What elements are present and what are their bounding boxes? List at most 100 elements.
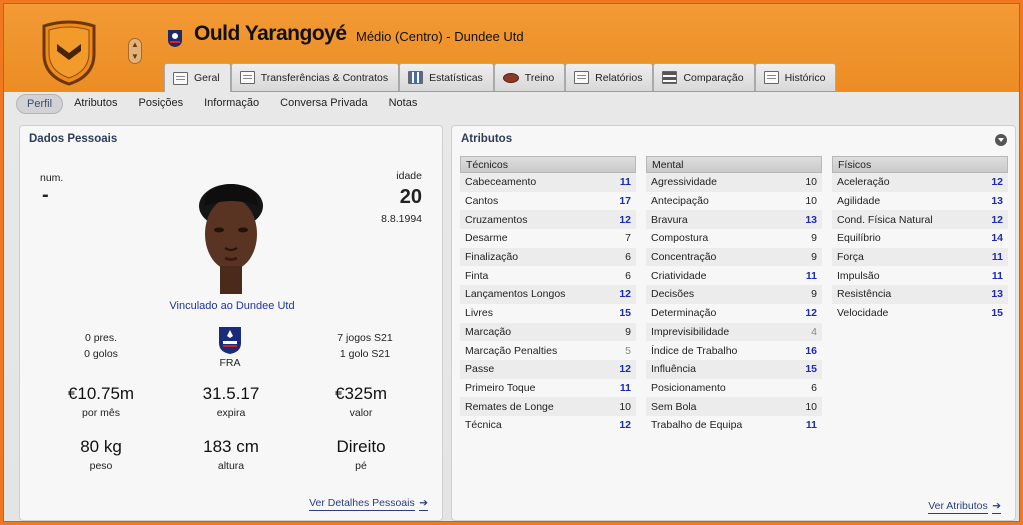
- age-value: 20: [399, 186, 422, 208]
- nationality-code: FRA: [219, 357, 241, 369]
- attribute-row[interactable]: Aceleração 12: [832, 173, 1008, 192]
- attribute-row[interactable]: Compostura 9: [646, 229, 822, 248]
- tab-transfers[interactable]: Transferências & Contratos: [230, 63, 400, 91]
- attribute-name: Equilíbrio: [837, 232, 881, 245]
- attribute-row[interactable]: Cabeceamento 11: [460, 173, 636, 192]
- attribute-row[interactable]: Remates de Longe 10: [460, 397, 636, 416]
- height-stat: 183 cm altura: [166, 437, 296, 472]
- attribute-row[interactable]: Finta 6: [460, 266, 636, 285]
- squad-number-label: num.: [40, 172, 64, 184]
- attribute-row[interactable]: Velocidade 15: [832, 304, 1008, 323]
- attribute-row[interactable]: Influência 15: [646, 359, 822, 379]
- technical-attributes-list: Cabeceamento 11 Cantos 17 Cruzamentos 12 Desar…: [460, 173, 636, 435]
- attribute-row[interactable]: Imprevisibilidade 4: [646, 322, 822, 342]
- france-federation-icon: [168, 30, 182, 47]
- attribute-name: Passe: [465, 363, 495, 376]
- appearances-stat: 0 pres.: [84, 332, 118, 344]
- tab-geral[interactable]: Geral: [164, 63, 231, 92]
- attribute-value: 12: [619, 288, 631, 301]
- attribute-row[interactable]: Bravura 13: [646, 210, 822, 230]
- attribute-row[interactable]: Impulsão 11: [832, 266, 1008, 285]
- attribute-value: 12: [619, 213, 631, 226]
- attribute-value: 10: [805, 195, 817, 208]
- attribute-row[interactable]: Força 11: [832, 247, 1008, 267]
- attribute-row[interactable]: Resistência 13: [832, 285, 1008, 304]
- tab-label: Estatísticas: [429, 71, 483, 84]
- attribute-value: 13: [991, 288, 1003, 301]
- subnav-notas[interactable]: Notas: [379, 94, 428, 114]
- attribute-row[interactable]: Trabalho de Equipa 11: [646, 416, 822, 435]
- contract-expiry-value: 31.5.17: [202, 384, 260, 403]
- attribute-row[interactable]: Passe 12: [460, 359, 636, 379]
- attribute-row[interactable]: Sem Bola 10: [646, 397, 822, 416]
- attribute-name: Impulsão: [837, 269, 880, 282]
- attribute-row[interactable]: Cond. Física Natural 12: [832, 210, 1008, 230]
- attribute-row[interactable]: Livres 15: [460, 304, 636, 323]
- attribute-value: 9: [811, 232, 817, 245]
- contracted-club-link[interactable]: Vinculado ao Dundee Utd: [20, 300, 444, 312]
- attribute-row[interactable]: Lançamentos Longos 12: [460, 285, 636, 304]
- subnav-perfil[interactable]: Perfil: [16, 94, 64, 114]
- attribute-row[interactable]: Marcação Penalties 5: [460, 341, 636, 360]
- attribute-value: 11: [805, 269, 817, 282]
- next-player-arrow-icon[interactable]: ▼: [129, 51, 141, 63]
- subnav-posicoes[interactable]: Posições: [128, 94, 193, 114]
- attribute-row[interactable]: Criatividade 11: [646, 266, 822, 285]
- tab-statistics[interactable]: Estatísticas: [399, 63, 494, 91]
- attribute-value: 10: [805, 176, 817, 189]
- subnav-atributos[interactable]: Atributos: [64, 94, 127, 114]
- goals-stat: 0 golos: [84, 348, 118, 360]
- tab-comparison[interactable]: Comparação: [653, 63, 755, 91]
- attribute-name: Velocidade: [837, 307, 889, 320]
- player-switch-arrows[interactable]: ▲ ▼: [128, 38, 142, 64]
- player-position-club[interactable]: Médio (Centro) - Dundee Utd: [356, 29, 524, 44]
- attribute-row[interactable]: Finalização 6: [460, 247, 636, 267]
- attribute-row[interactable]: Primeiro Toque 11: [460, 379, 636, 398]
- view-personal-details-label[interactable]: Ver Detalhes Pessoais: [309, 497, 415, 511]
- u21-games-stat: 7 jogos S21: [337, 332, 393, 344]
- view-personal-details-link[interactable]: Ver Detalhes Pessoais ➔: [309, 493, 428, 511]
- tab-label: Comparação: [683, 71, 744, 84]
- contract-expiry-label: expira: [216, 407, 246, 419]
- compare-icon: [662, 71, 678, 84]
- tab-training[interactable]: Treino: [493, 63, 566, 91]
- attribute-row[interactable]: Antecipação 10: [646, 192, 822, 211]
- attribute-row[interactable]: Índice de Trabalho 16: [646, 341, 822, 360]
- panel-title: Atributos: [461, 133, 513, 145]
- attribute-row[interactable]: Desarme 7: [460, 229, 636, 248]
- attribute-name: Imprevisibilidade: [651, 325, 730, 338]
- panel-menu-dropdown-icon[interactable]: [995, 134, 1007, 146]
- previous-player-arrow-icon[interactable]: ▲: [129, 39, 141, 51]
- attribute-row[interactable]: Agilidade 13: [832, 192, 1008, 211]
- technical-attributes-column: Técnicos Cabeceamento 11 Cantos 17 Cruzament…: [460, 156, 636, 435]
- tab-label: Relatórios: [595, 71, 643, 84]
- attribute-row[interactable]: Cruzamentos 12: [460, 210, 636, 230]
- wage-label: por mês: [82, 407, 120, 419]
- attribute-row[interactable]: Equilíbrio 14: [832, 229, 1008, 248]
- weight-value: 80 kg: [80, 437, 122, 456]
- subnav-informacao[interactable]: Informação: [194, 94, 269, 114]
- attribute-name: Bravura: [651, 213, 688, 226]
- profile-card-icon: [173, 71, 188, 85]
- attribute-row[interactable]: Concentração 9: [646, 247, 822, 267]
- attribute-row[interactable]: Técnica 12: [460, 416, 636, 435]
- view-attributes-label[interactable]: Ver Atributos: [928, 500, 988, 514]
- attribute-name: Cabeceamento: [465, 176, 537, 189]
- subnav-conversa-privada[interactable]: Conversa Privada: [270, 94, 377, 114]
- career-stats-right: 7 jogos S21 1 golo S21: [300, 330, 430, 362]
- attribute-row[interactable]: Determinação 12: [646, 304, 822, 323]
- tab-history[interactable]: Histórico: [754, 63, 837, 91]
- attribute-value: 9: [811, 251, 817, 264]
- attribute-name: Resistência: [837, 288, 892, 301]
- attribute-row[interactable]: Agressividade 10: [646, 173, 822, 192]
- attribute-row[interactable]: Marcação 9: [460, 322, 636, 342]
- u21-goals-stat: 1 golo S21: [339, 348, 391, 360]
- attribute-name: Livres: [465, 307, 494, 320]
- attribute-row[interactable]: Decisões 9: [646, 285, 822, 304]
- attribute-row[interactable]: Cantos 17: [460, 192, 636, 211]
- tab-reports[interactable]: Relatórios: [565, 63, 654, 91]
- view-attributes-link[interactable]: Ver Atributos ➔: [928, 496, 1001, 514]
- attribute-row[interactable]: Posicionamento 6: [646, 379, 822, 398]
- column-header: Técnicos: [460, 156, 636, 173]
- height-value: 183 cm: [203, 437, 259, 456]
